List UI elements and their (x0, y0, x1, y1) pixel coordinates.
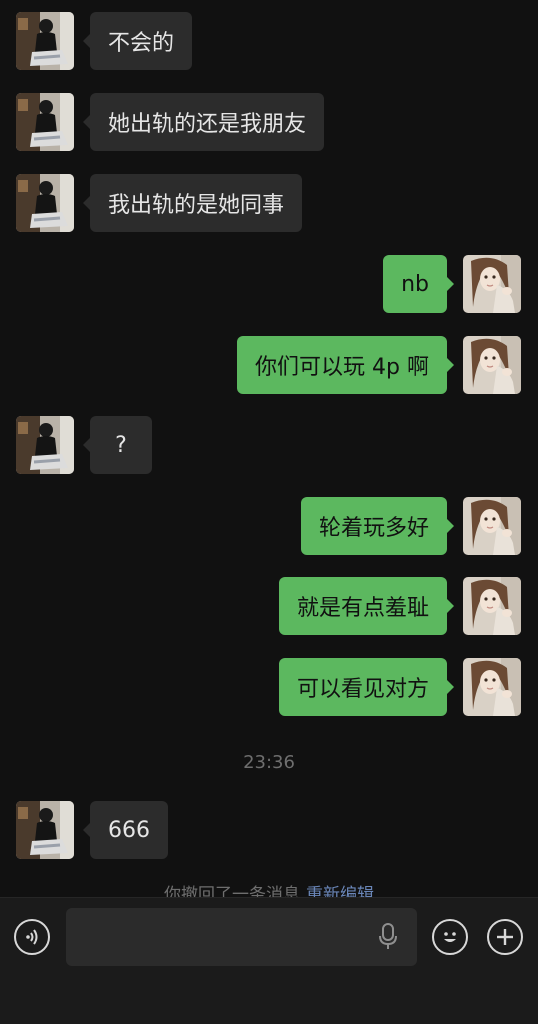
message-text: ? (115, 432, 127, 458)
contact-avatar[interactable] (16, 801, 74, 859)
message-text: 不会的 (108, 31, 175, 56)
message-text: 666 (108, 817, 150, 843)
message-timestamp: 23:36 (243, 752, 295, 773)
message-text: 可以看见对方 (296, 677, 429, 702)
contact-avatar-image (16, 12, 74, 70)
voice-icon[interactable] (14, 919, 50, 955)
message-text: 我出轨的是她同事 (108, 193, 285, 218)
message-text: 轮着玩多好 (318, 516, 429, 541)
contact-avatar-image (16, 93, 74, 151)
contact-avatar[interactable] (16, 93, 74, 151)
microphone-icon[interactable] (377, 922, 399, 952)
my-avatar-image (463, 577, 521, 635)
contact-avatar-image (16, 416, 74, 474)
incoming-message-bubble[interactable]: ? (83, 416, 152, 474)
message-text: nb (401, 271, 429, 297)
contact-avatar-image (16, 801, 74, 859)
my-avatar-image (463, 255, 521, 313)
my-avatar[interactable] (463, 255, 521, 313)
message-text: 你们可以玩 4p 啊 (255, 355, 429, 380)
my-avatar-image (463, 497, 521, 555)
my-avatar[interactable] (463, 497, 521, 555)
my-avatar[interactable] (463, 658, 521, 716)
outgoing-message-bubble[interactable]: 可以看见对方 (278, 658, 455, 716)
emoji-icon[interactable] (432, 919, 468, 955)
my-avatar[interactable] (463, 336, 521, 394)
incoming-message-bubble[interactable]: 她出轨的还是我朋友 (82, 93, 325, 151)
chat-area[interactable]: 不会的 她出轨的还是我朋友 我出轨的是她同事 nb 你们可以玩 4p 啊 ? 轮… (0, 0, 538, 900)
message-input[interactable] (66, 908, 417, 966)
contact-avatar[interactable] (16, 12, 74, 70)
plus-icon[interactable] (487, 919, 523, 955)
outgoing-message-bubble[interactable]: nb (383, 255, 454, 313)
contact-avatar-image (16, 174, 74, 232)
outgoing-message-bubble[interactable]: 轮着玩多好 (300, 497, 455, 555)
incoming-message-bubble[interactable]: 我出轨的是她同事 (82, 174, 303, 232)
outgoing-message-bubble[interactable]: 你们可以玩 4p 啊 (237, 336, 454, 394)
message-text: 她出轨的还是我朋友 (108, 112, 307, 137)
message-text: 就是有点羞耻 (296, 596, 429, 621)
my-avatar[interactable] (463, 577, 521, 635)
incoming-message-bubble[interactable]: 666 (83, 801, 168, 859)
incoming-message-bubble[interactable]: 不会的 (82, 12, 193, 70)
outgoing-message-bubble[interactable]: 就是有点羞耻 (278, 577, 455, 635)
contact-avatar[interactable] (16, 416, 74, 474)
input-toolbar (0, 897, 538, 1024)
contact-avatar[interactable] (16, 174, 74, 232)
my-avatar-image (463, 336, 521, 394)
my-avatar-image (463, 658, 521, 716)
